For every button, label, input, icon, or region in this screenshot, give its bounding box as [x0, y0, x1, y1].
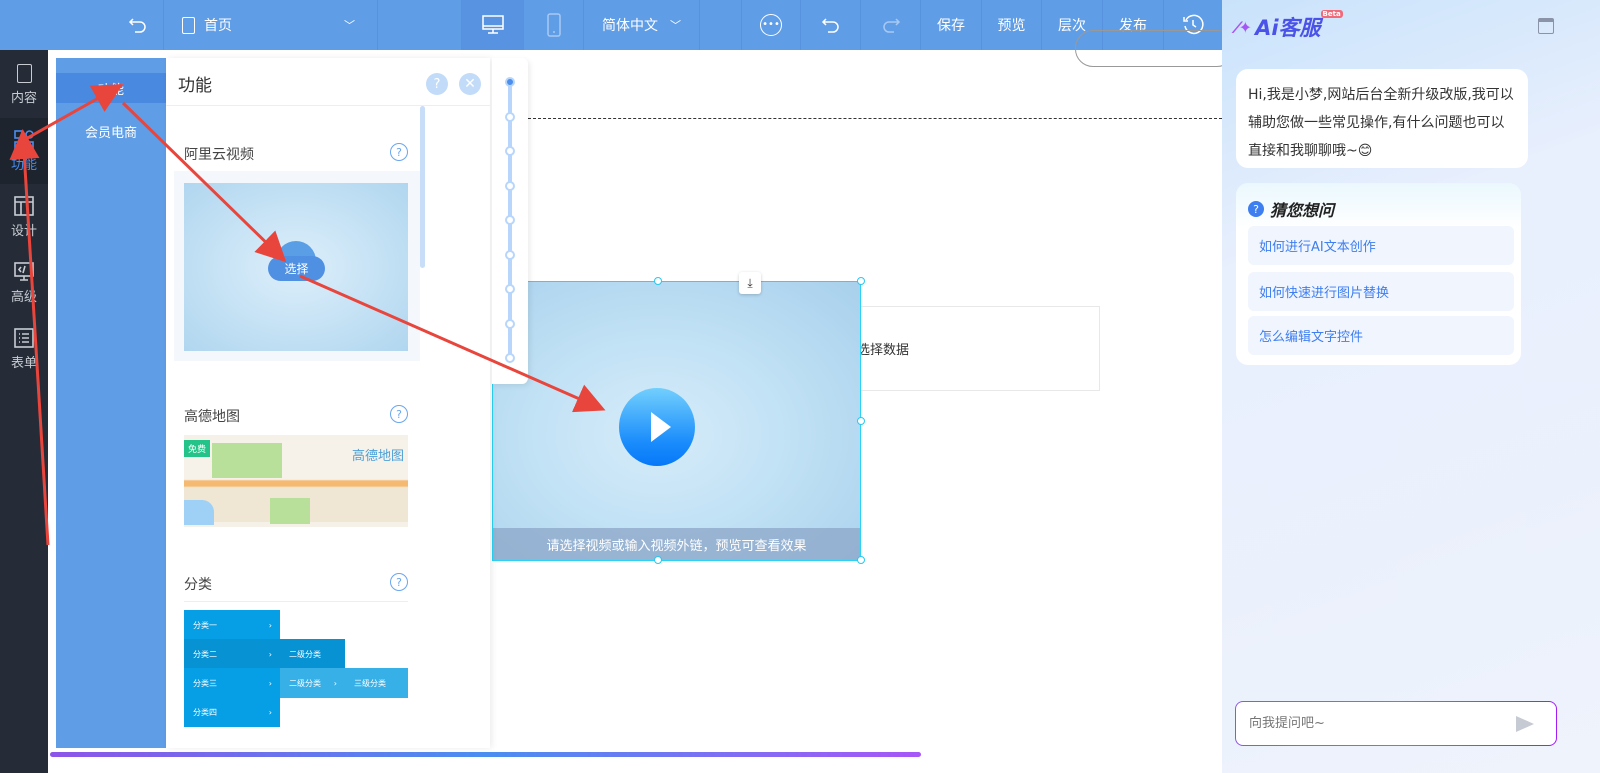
suggestion-item[interactable]: 如何进行AI文本创作: [1248, 226, 1514, 265]
guess-card: ? 猜您想问 如何进行AI文本创作 如何快速进行图片替换 怎么编辑文字控件: [1236, 183, 1521, 365]
sparkle-icon: ⁄✦: [1236, 17, 1253, 37]
ai-assistant-panel: ⁄✦ Ai客服 Beta Hi,我是小梦,网站后台全新升级改版,我可以辅助您做一…: [1222, 0, 1600, 773]
question-icon: ?: [1248, 201, 1264, 217]
suggestion-item[interactable]: 如何快速进行图片替换: [1248, 272, 1514, 311]
send-icon[interactable]: [1516, 715, 1534, 732]
chat-input-wrapper: [1235, 701, 1557, 746]
suggestion-item[interactable]: 怎么编辑文字控件: [1248, 316, 1514, 355]
greeting-bubble: Hi,我是小梦,网站后台全新升级改版,我可以辅助您做一些常见操作,有什么问题也可…: [1236, 69, 1528, 168]
clear-chat-button[interactable]: [1538, 18, 1554, 34]
ai-logo: ⁄✦ Ai客服 Beta: [1236, 10, 1343, 40]
beta-badge: Beta: [1320, 10, 1343, 18]
chat-input[interactable]: [1249, 716, 1516, 731]
annotation-arrows: [9, 84, 606, 546]
guess-title: 猜您想问: [1270, 201, 1335, 220]
